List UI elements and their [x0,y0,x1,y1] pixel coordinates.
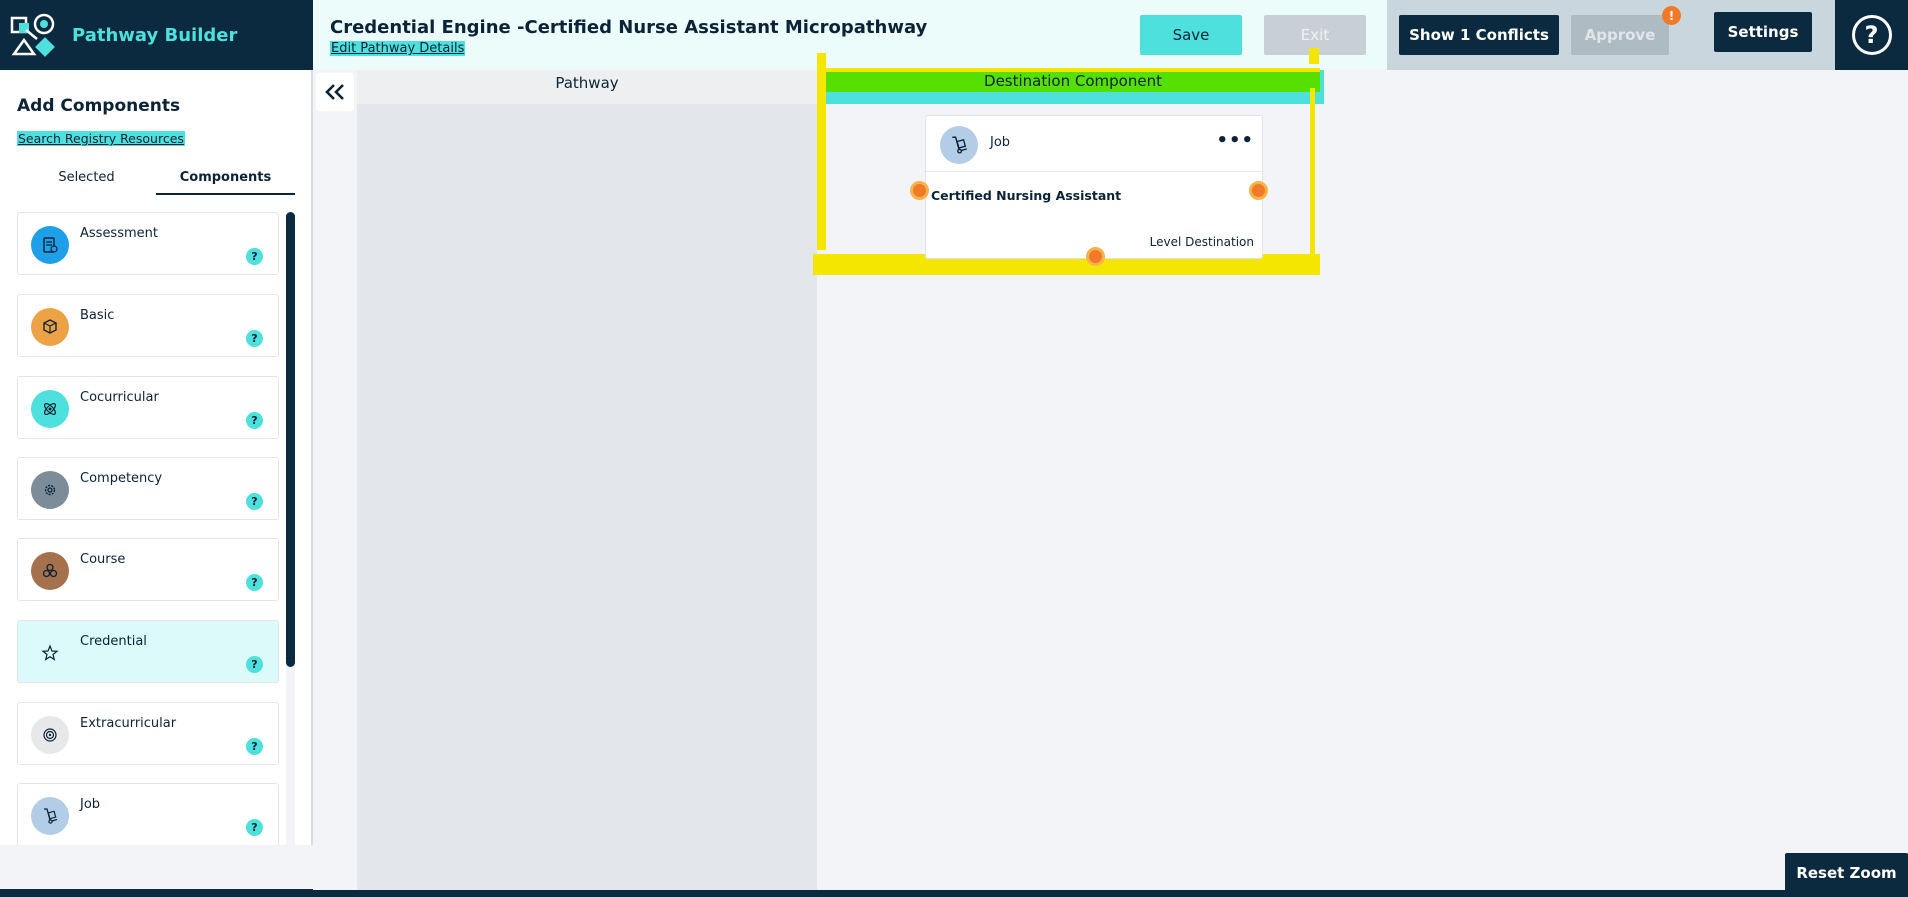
highlight-top-edge [817,68,1320,72]
panel-title: Add Components [17,96,181,116]
hand-truck-icon [31,797,69,835]
node-more-menu-icon[interactable]: ••• [1216,130,1254,151]
component-card-competency[interactable]: Competency ? [17,457,279,520]
help-circle-icon[interactable]: ? [246,330,263,347]
connector-handle-right[interactable] [1249,181,1268,200]
help-circle-icon[interactable]: ? [246,493,263,510]
settings-button[interactable]: Settings [1714,12,1812,52]
connector-handle-bottom[interactable] [1086,247,1105,266]
tab-components[interactable]: Components [156,170,295,195]
pathway-column-header: Pathway [357,70,817,104]
component-card-course[interactable]: Course ? [17,538,279,601]
component-card-cocurricular[interactable]: Cocurricular ? [17,376,279,439]
show-conflicts-button[interactable]: Show 1 Conflicts [1399,15,1559,55]
atom-icon [31,390,69,428]
pathway-column[interactable] [357,70,817,890]
help-circle-icon[interactable]: ? [246,412,263,429]
star-icon [31,634,69,672]
canvas-empty-area[interactable] [1324,70,1908,890]
approve-warning-badge: ! [1662,6,1681,25]
component-label: Competency [80,471,163,486]
blocks-icon [31,552,69,590]
edit-pathway-details-link[interactable]: Edit Pathway Details [330,41,466,56]
component-list: Assessment ? Basic ? Cocurricular ? Comp… [17,212,279,892]
help-circle-icon[interactable]: ? [246,656,263,673]
component-card-basic[interactable]: Basic ? [17,294,279,357]
tab-selected[interactable]: Selected [17,170,156,195]
help-circle-icon[interactable]: ? [246,819,263,836]
component-label: Cocurricular [80,390,159,405]
app-header: Pathway Builder Credential Engine -Certi… [0,0,1908,70]
pathway-logo-icon [10,13,55,57]
target-icon [31,716,69,754]
list-scrollbar-thumb[interactable] [286,212,295,667]
reset-zoom-button[interactable]: Reset Zoom [1785,853,1908,893]
component-label: Basic [80,308,115,323]
assessment-icon [31,226,69,264]
title-bar: Credential Engine -Certified Nurse Assis… [313,0,1387,70]
component-label: Extracurricular [80,716,177,731]
hand-truck-icon [940,126,978,164]
node-level-label: Level Destination [1149,235,1254,249]
save-button[interactable]: Save [1140,15,1242,55]
component-label: Assessment [80,226,158,241]
destination-node-card[interactable]: Job ••• Certified Nursing Assistant Leve… [925,115,1264,259]
add-components-panel: Add Components Search Registry Resources… [0,70,313,892]
help-circle-icon[interactable]: ? [246,738,263,755]
header-actions: Show 1 Conflicts Approve ! Settings [1387,0,1835,70]
node-type-label: Job [990,135,1011,150]
help-button[interactable]: ? [1835,0,1908,70]
highlight-top-right-tick [1309,48,1319,64]
component-card-job[interactable]: Job ? [17,783,279,846]
cube-icon [31,308,69,346]
brand-area: Pathway Builder [0,0,313,70]
gear-icon [31,471,69,509]
destination-column-title: Destination Component [826,72,1320,92]
help-circle-icon[interactable]: ? [246,574,263,591]
component-card-credential[interactable]: Credential ? [17,620,279,683]
page-title: Credential Engine -Certified Nurse Assis… [330,17,928,38]
approve-button[interactable]: Approve [1571,15,1669,55]
connector-handle-left[interactable] [910,181,929,200]
component-tabs: Selected Components [17,170,296,195]
node-header: Job ••• [926,116,1264,172]
collapse-sidebar-button[interactable] [316,73,354,111]
node-title: Certified Nursing Assistant [931,188,1122,203]
help-icon: ? [1851,15,1892,55]
component-label: Credential [80,634,147,649]
sidebar-footer [0,845,313,889]
component-label: Job [80,797,101,812]
search-registry-link[interactable]: Search Registry Resources [17,131,185,146]
component-card-extracurricular[interactable]: Extracurricular ? [17,702,279,765]
highlight-left-edge [817,53,826,250]
highlight-right-edge [1310,88,1315,256]
help-circle-icon[interactable]: ? [246,248,263,265]
double-chevron-left-icon [325,84,344,100]
app-title: Pathway Builder [72,24,238,46]
footer-strip [313,890,1908,897]
component-label: Course [80,552,126,567]
footer-strip-left [0,889,313,897]
component-card-assessment[interactable]: Assessment ? [17,212,279,275]
